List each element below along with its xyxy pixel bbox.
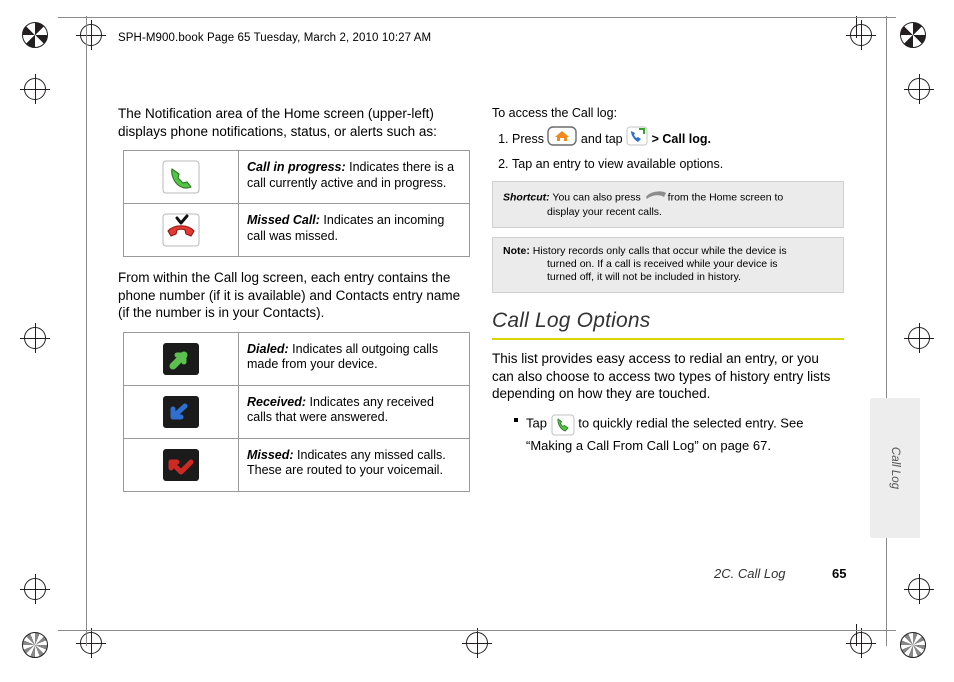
registration-mark-bottom-left (76, 628, 106, 658)
home-key-icon (547, 126, 578, 151)
registration-target-bottom-right (900, 632, 926, 658)
trim-line-frame-left (86, 16, 87, 646)
call-type-icons-table: Dialed: Indicates all outgoing calls mad… (123, 331, 470, 492)
shortcut-label: Shortcut: (503, 191, 550, 204)
missed-call-icon-cell (123, 203, 239, 257)
registration-target-top-left (22, 22, 48, 48)
note-text2: turned on. If a call is received while y… (547, 258, 778, 270)
call-log-entry-info: From within the Call log screen, each en… (118, 270, 461, 320)
table-row: Dialed: Indicates all outgoing calls mad… (123, 331, 470, 386)
send-key-icon (644, 188, 668, 205)
registration-mark-left-upper (20, 74, 50, 104)
dialed-call-desc: Dialed: Indicates all outgoing calls mad… (238, 331, 470, 386)
registration-target-top-right (900, 22, 926, 48)
trim-line-top-right (856, 16, 857, 38)
table-row: Missed Call: Indicates an incoming call … (123, 203, 470, 257)
registration-mark-right-middle (904, 323, 934, 353)
registration-mark-bottom-right (846, 628, 876, 658)
received-call-desc: Received: Indicates any received calls t… (238, 384, 470, 439)
registration-mark-left-lower (20, 574, 50, 604)
missed-call-list-icon-cell (123, 437, 239, 492)
dialed-call-icon (160, 342, 202, 376)
received-term: Received: (247, 394, 307, 409)
received-call-icon-cell (123, 384, 239, 439)
call-in-progress-icon (160, 160, 202, 194)
step-one-pre: Press (512, 131, 544, 146)
call-log-options-paragraph: This list provides easy access to redial… (492, 351, 831, 401)
left-column: The Notification area of the Home screen… (118, 105, 470, 502)
trim-line-bottom-right (856, 624, 857, 646)
step-one-mid: and tap (580, 131, 623, 146)
table-row: Missed: Indicates any missed calls. Thes… (123, 437, 470, 492)
chapter-thumb-tab-label: Call Log (889, 446, 901, 490)
missed-call-list-icon (160, 448, 202, 482)
shortcut-text: You can also press (549, 191, 641, 204)
section-title-call-log-options: Call Log Options (492, 309, 651, 332)
trim-line-frame-top (58, 17, 896, 18)
phone-app-icon (626, 126, 648, 151)
shortcut-text2: from the Home screen to (667, 191, 784, 204)
call-in-progress-desc: Call in progress: Indicates there is a c… (238, 150, 470, 204)
missed-call-term: Missed Call: (247, 213, 320, 227)
call-in-progress-term: Call in progress: (247, 160, 346, 174)
shortcut-text3: display your recent calls. (547, 206, 662, 218)
registration-mark-right-lower (904, 574, 934, 604)
chapter-thumb-tab: Call Log (870, 398, 920, 538)
missed-call-icon (160, 213, 202, 247)
call-log-options-bullets: Tap to quickly redial the selected entry… (492, 411, 844, 455)
step-one-post: > Call log. (651, 131, 711, 146)
green-phone-icon (551, 414, 575, 441)
dialed-call-icon-cell (123, 331, 239, 386)
registration-mark-right-upper (904, 74, 934, 104)
table-row: Call in progress: Indicates there is a c… (123, 150, 470, 204)
call-in-progress-icon-cell (123, 150, 239, 204)
book-header-text: SPH-M900.book Page 65 Tuesday, March 2, … (118, 32, 432, 44)
registration-mark-bottom-center (462, 628, 492, 658)
notification-icons-table: Call in progress: Indicates there is a c… (123, 150, 470, 257)
missed-call-desc: Missed Call: Indicates an incoming call … (238, 203, 470, 257)
registration-mark-top-left (76, 20, 106, 50)
missed-call-list-desc: Missed: Indicates any missed calls. Thes… (238, 437, 470, 492)
missed-list-term: Missed: (247, 447, 294, 462)
trim-line-frame-right (886, 16, 887, 646)
list-item: Tap to quickly redial the selected entry… (514, 411, 844, 455)
step-two: Tap an entry to view available options. (512, 155, 844, 173)
received-call-icon (160, 395, 202, 429)
section-rule (492, 338, 844, 340)
footer-page-number: 65 (832, 566, 847, 581)
note-callout: Note: History records only calls that oc… (492, 237, 844, 293)
notification-area-intro: The Notification area of the Home screen… (118, 106, 437, 139)
registration-mark-left-middle (20, 323, 50, 353)
dialed-term: Dialed: (247, 341, 289, 356)
registration-target-bottom-left (22, 632, 48, 658)
note-label: Note: (503, 245, 530, 257)
shortcut-callout: Shortcut: You can also press from the Ho… (492, 181, 844, 228)
step-one: Press and tap > Call log. (512, 126, 844, 152)
note-text: History records only calls that occur wh… (529, 245, 787, 257)
footer-chapter-title: 2C. Call Log (714, 566, 786, 581)
right-column: To access the Call log: Press and tap > … (492, 105, 844, 455)
note-text3: turned off, it will not be included in h… (547, 271, 741, 283)
access-call-log-steps: Press and tap > Call log. Tap an entry t… (492, 126, 844, 173)
trim-line-frame-bottom (58, 630, 896, 631)
registration-mark-top-right (846, 20, 876, 50)
bullet-pre: Tap (526, 415, 547, 431)
access-call-log-intro: To access the Call log: (492, 106, 618, 120)
table-row: Received: Indicates any received calls t… (123, 384, 470, 439)
